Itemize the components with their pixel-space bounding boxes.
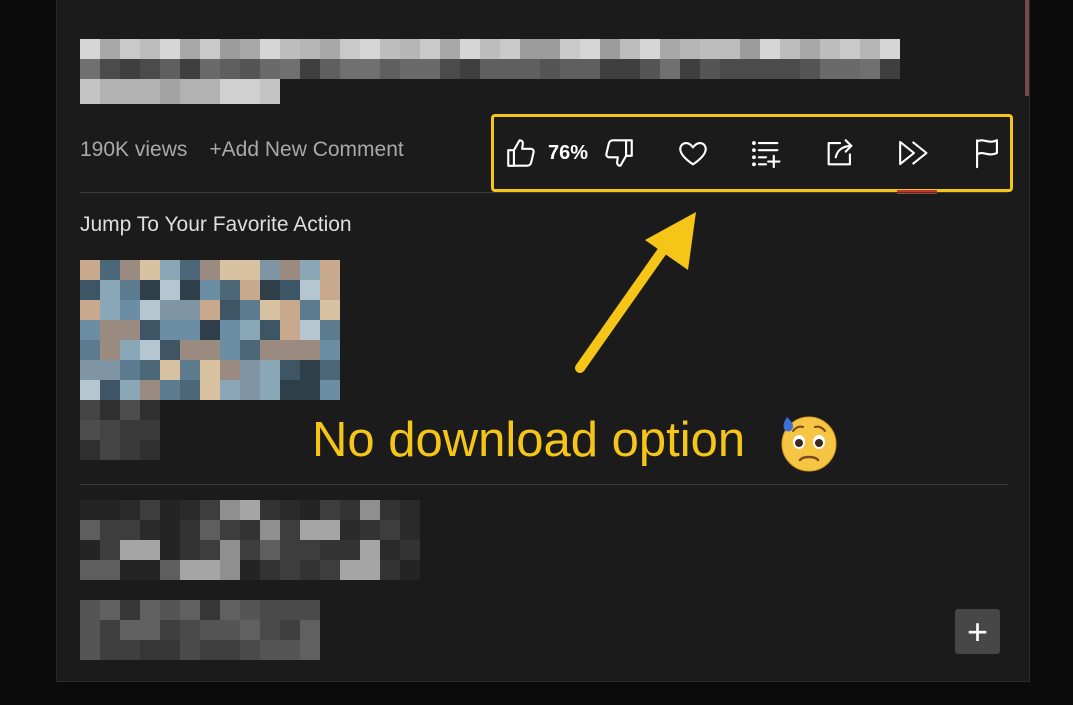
heart-icon: [678, 142, 707, 166]
action-bar: 76%: [491, 114, 1013, 192]
blurred-title-line2: [80, 59, 900, 79]
like-button[interactable]: [504, 131, 538, 175]
scrollbar[interactable]: [1025, 0, 1029, 96]
next-icon: [899, 140, 928, 166]
blurred-title: [80, 39, 900, 59]
section-title: Jump To Your Favorite Action: [80, 213, 352, 236]
share-icon: [827, 139, 853, 166]
add-to-playlist-button[interactable]: [749, 131, 783, 175]
next-button[interactable]: [896, 131, 932, 175]
blurred-comment-text: [80, 600, 320, 660]
divider: [80, 192, 1008, 193]
annotation-label: No download option: [312, 413, 746, 467]
flag-icon: [976, 139, 998, 169]
thumbs-down-icon: [605, 139, 633, 167]
blurred-title-line3: [80, 79, 280, 104]
blurred-thumbnail[interactable]: [80, 260, 340, 400]
blurred-thumbnail-tail: [80, 400, 160, 460]
add-to-playlist-icon: [752, 141, 781, 169]
divider-2: [80, 484, 1008, 485]
annotation-text: No download option: [312, 412, 839, 473]
add-button[interactable]: +: [955, 609, 1000, 654]
blurred-comment-header: [80, 500, 420, 580]
favorite-button[interactable]: [676, 131, 710, 175]
thumbs-up-icon: [507, 139, 535, 167]
view-count: 190K views: [80, 138, 188, 161]
annotation-arrow: [575, 212, 696, 373]
anxious-face-icon: [781, 416, 837, 472]
add-comment-link[interactable]: +Add New Comment: [209, 138, 403, 162]
video-meta: 190K views +Add New Comment: [80, 137, 404, 163]
share-button[interactable]: [823, 131, 857, 175]
like-percent: 76%: [548, 141, 589, 164]
report-button[interactable]: [972, 131, 1002, 175]
dislike-button[interactable]: [602, 131, 636, 175]
